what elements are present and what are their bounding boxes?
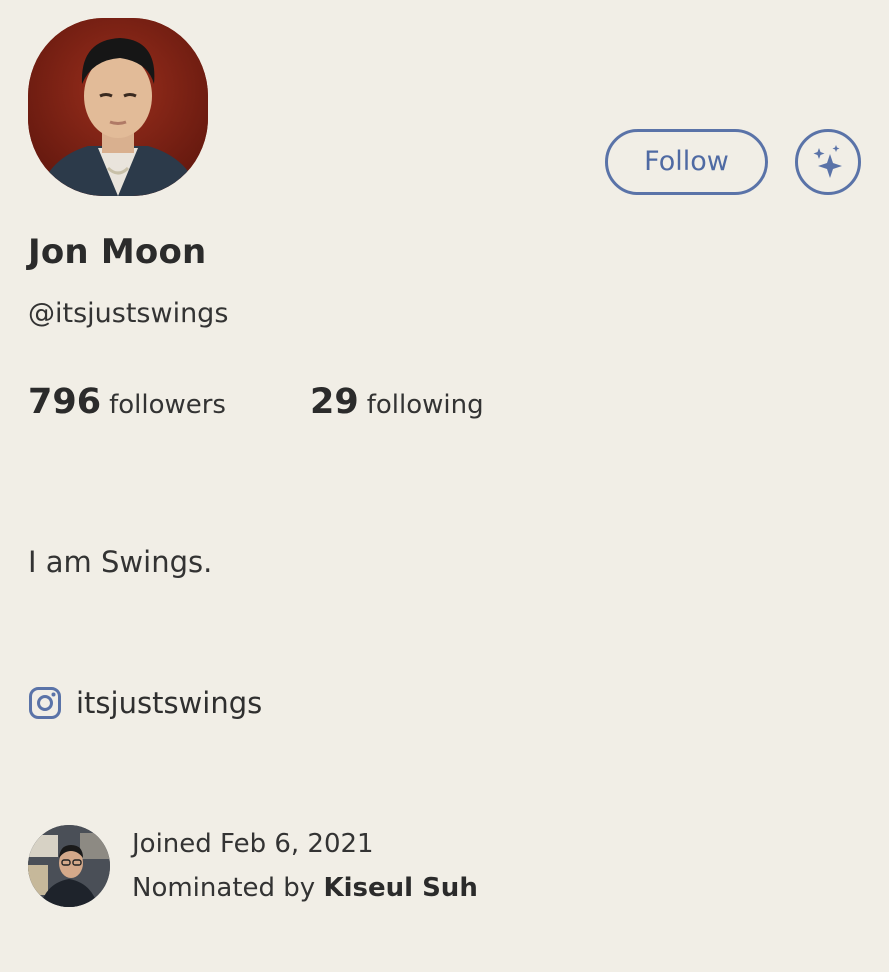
profile-bio: I am Swings.	[28, 545, 213, 579]
sparkle-button[interactable]	[795, 129, 861, 195]
instagram-handle: itsjustswings	[76, 686, 263, 720]
nominator-avatar[interactable]	[28, 825, 110, 907]
instagram-icon	[29, 687, 61, 719]
profile-avatar[interactable]	[28, 18, 208, 196]
followers-label: followers	[109, 390, 226, 420]
joined-info: Joined Feb 6, 2021 Nominated by Kiseul S…	[28, 822, 478, 910]
sparkle-icon	[813, 145, 842, 178]
nominated-prefix: Nominated by	[132, 873, 316, 903]
joined-date: Joined Feb 6, 2021	[132, 829, 374, 859]
joined-text-block: Joined Feb 6, 2021 Nominated by Kiseul S…	[132, 822, 478, 910]
profile-photo	[28, 18, 208, 196]
profile-page: Follow Jon Moon @itsjustswings 796 follow…	[0, 0, 889, 972]
following-count: 29	[310, 382, 359, 422]
nominator-name[interactable]: Kiseul Suh	[323, 873, 477, 903]
followers-count: 796	[28, 382, 102, 422]
profile-handle: @itsjustswings	[28, 298, 229, 329]
following-stat[interactable]: 29 following	[310, 382, 484, 422]
nominated-by: Nominated by Kiseul Suh	[132, 866, 478, 910]
followers-stat[interactable]: 796 followers	[28, 382, 226, 422]
instagram-link[interactable]: itsjustswings	[28, 686, 262, 720]
nominator-photo	[28, 825, 110, 907]
following-label: following	[366, 390, 484, 420]
profile-name: Jon Moon	[28, 232, 207, 272]
follow-button[interactable]: Follow	[605, 129, 768, 195]
